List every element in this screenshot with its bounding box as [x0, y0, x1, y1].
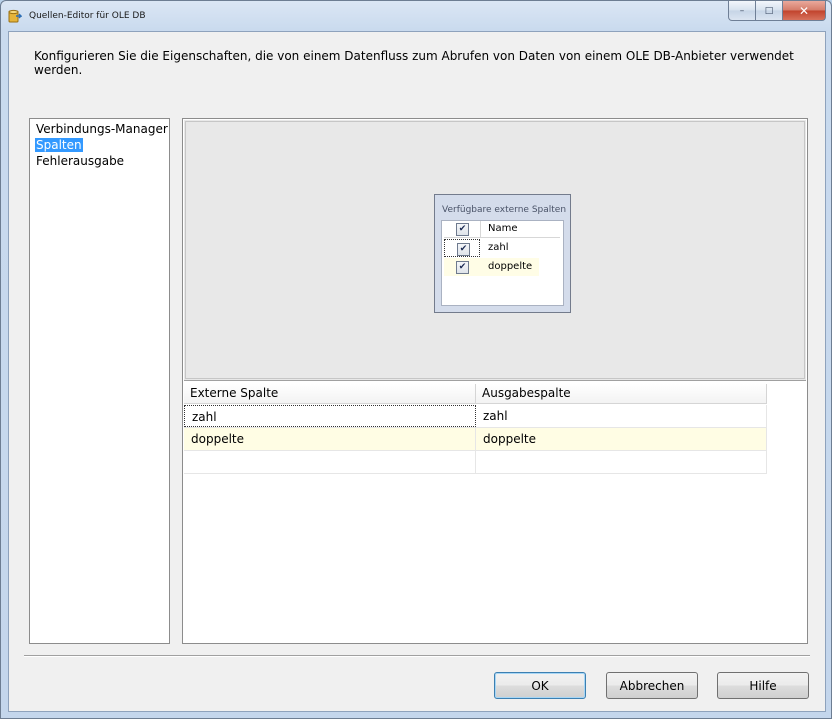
column-name: zahl	[488, 242, 509, 253]
columns-checklist: ✔ Name ✔ zahl ✔ doppelte	[441, 220, 564, 306]
ok-button[interactable]: OK	[494, 672, 586, 699]
column-header-name: Name	[488, 223, 518, 234]
maximize-button[interactable]: □	[756, 1, 783, 21]
columns-box-title: Verfügbare externe Spalten	[442, 205, 567, 215]
sidebar-item-spalten[interactable]: Spalten	[35, 138, 83, 152]
designer-canvas: Verfügbare externe Spalten ✔ Name ✔ zahl…	[185, 121, 805, 379]
caption-buttons: – □ ✕	[728, 1, 826, 21]
dialog-description: Konfigurieren Sie die Eigenschaften, die…	[34, 49, 794, 77]
column-name: doppelte	[488, 261, 533, 272]
grid-header-output-column[interactable]: Ausgabespalte	[476, 384, 767, 403]
column-row-zahl[interactable]: ✔ zahl	[444, 239, 539, 257]
grid-cell-new-output[interactable]	[476, 451, 767, 473]
close-button[interactable]: ✕	[783, 1, 826, 21]
column-row-doppelte[interactable]: ✔ doppelte	[444, 258, 539, 276]
grid-cell-new-external[interactable]	[184, 451, 476, 473]
sidebar-item-verbindungs-manager[interactable]: Verbindungs-Manager	[35, 122, 169, 136]
table-row: doppelte doppelte	[184, 428, 767, 451]
select-all-cell: ✔	[444, 221, 480, 239]
cancel-button[interactable]: Abbrechen	[606, 672, 698, 699]
window-title: Quellen-Editor für OLE DB	[29, 11, 146, 21]
columns-header-row: ✔ Name	[444, 221, 560, 238]
help-button[interactable]: Hilfe	[717, 672, 809, 699]
table-row: zahl zahl	[184, 405, 767, 428]
table-row-empty	[184, 451, 767, 474]
minimize-icon: –	[739, 5, 745, 16]
column-checkbox[interactable]: ✔	[457, 243, 470, 256]
grid-cell-output-column[interactable]: zahl	[476, 405, 767, 427]
grid-cell-external-column[interactable]: zahl	[184, 405, 476, 427]
maximize-icon: □	[764, 5, 774, 16]
available-external-columns-box: Verfügbare externe Spalten ✔ Name ✔ zahl…	[434, 194, 571, 313]
grid-cell-output-column[interactable]: doppelte	[476, 428, 767, 450]
column-designer-area: Verfügbare externe Spalten ✔ Name ✔ zahl…	[184, 120, 806, 381]
sidebar-item-fehlerausgabe[interactable]: Fehlerausgabe	[35, 154, 125, 168]
page-navigation-list: Verbindungs-Manager Spalten Fehlerausgab…	[29, 118, 170, 644]
dialog-window: Quellen-Editor für OLE DB – □ ✕ Konfigur…	[0, 0, 832, 719]
database-source-icon	[8, 9, 23, 23]
column-mapping-grid: Externe Spalte Ausgabespalte zahl zahl d…	[183, 384, 807, 643]
checkmark-icon: ✔	[458, 224, 467, 234]
columns-page-panel: Verfügbare externe Spalten ✔ Name ✔ zahl…	[182, 118, 808, 644]
dialog-client-area: Konfigurieren Sie die Eigenschaften, die…	[8, 31, 826, 712]
column-checkbox[interactable]: ✔	[456, 261, 469, 274]
checkbox-cell: ✔	[444, 239, 480, 257]
minimize-button[interactable]: –	[728, 1, 756, 21]
title-bar[interactable]: Quellen-Editor für OLE DB – □ ✕	[1, 1, 831, 31]
close-icon: ✕	[798, 3, 810, 18]
grid-cell-external-column[interactable]: doppelte	[184, 428, 476, 450]
grid-header: Externe Spalte Ausgabespalte	[184, 384, 767, 404]
checkbox-cell: ✔	[444, 258, 480, 276]
header-divider	[480, 221, 481, 237]
checkmark-icon: ✔	[458, 262, 467, 272]
button-separator	[24, 655, 810, 657]
checkmark-icon: ✔	[459, 244, 468, 254]
select-all-checkbox[interactable]: ✔	[456, 223, 469, 236]
grid-header-external-column[interactable]: Externe Spalte	[184, 384, 476, 403]
